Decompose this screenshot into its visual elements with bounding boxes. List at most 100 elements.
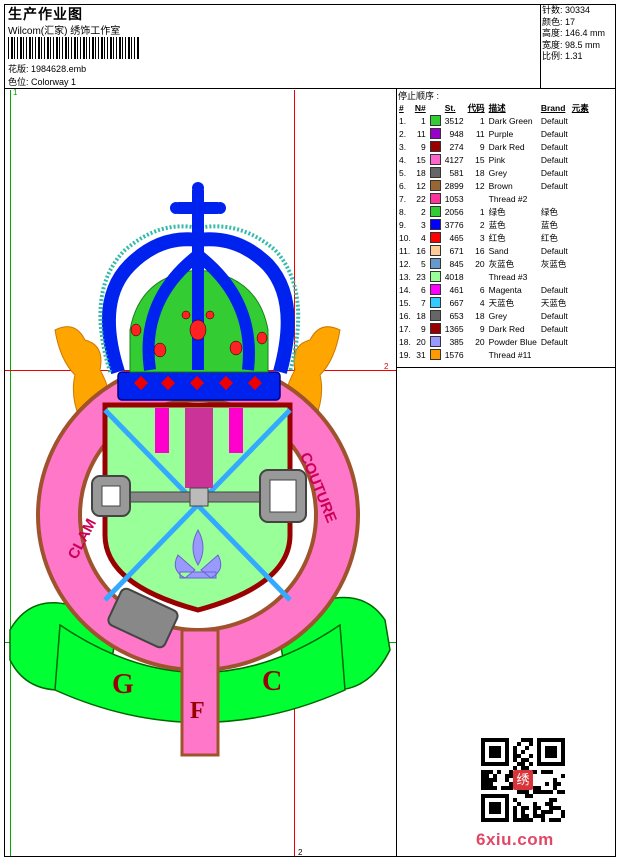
- bottom-strap: [180, 628, 220, 757]
- stitch-count: 948: [449, 128, 464, 139]
- qr-module: [489, 802, 501, 814]
- color-swatch: [429, 245, 441, 257]
- row-index: 10.: [399, 232, 411, 243]
- color-swatch: [429, 232, 441, 244]
- row-index: 12.: [399, 258, 411, 269]
- watermark-site: 6xiu.com: [476, 830, 554, 849]
- qr-module: [549, 790, 553, 794]
- row-index: 8.: [399, 206, 407, 217]
- row-index: 3.: [399, 141, 407, 152]
- buckle-center: [189, 487, 209, 507]
- element: [570, 153, 591, 166]
- stop-sequence-table: # N# St. 代码 描述 Brand 元素 1. 1 3512 1 Dark Gre…: [397, 101, 591, 361]
- table-row: 1. 1 3512 1 Dark Green Default: [397, 114, 591, 127]
- qr-module: [545, 746, 557, 758]
- ratio-value: 1.31: [565, 51, 583, 61]
- qr-module: [541, 818, 545, 822]
- thread-code: [466, 348, 487, 361]
- qr-module: [549, 770, 553, 774]
- swatch: [428, 244, 443, 257]
- thread-brand: 蓝色: [540, 219, 558, 230]
- qr-module: [529, 794, 533, 798]
- needle-number: 9: [420, 323, 426, 334]
- table-row: 17. 9 1365 9 Dark Red Default: [397, 322, 591, 335]
- row-index: 17.: [399, 323, 411, 334]
- height-label: 高度:: [542, 28, 563, 38]
- thread-brand: [539, 270, 570, 283]
- col-header: 描述: [488, 102, 506, 113]
- thread-description: Dark Green: [488, 115, 533, 126]
- color-swatch: [429, 284, 441, 296]
- thread-code: 18: [475, 310, 485, 321]
- swatch: [428, 335, 443, 348]
- stitch-count: 465: [449, 232, 464, 243]
- crown-cross-icon: [170, 182, 226, 240]
- element: [570, 140, 591, 153]
- needle-number: 4: [420, 232, 426, 243]
- thread-code: 15: [475, 154, 485, 165]
- thread-code: 20: [475, 258, 485, 269]
- col-header: 元素: [571, 102, 589, 113]
- thread-description: 灰蓝色: [488, 258, 515, 269]
- qr-module: [545, 782, 549, 786]
- thread-description: 蓝色: [488, 219, 506, 230]
- needle-number: 23: [416, 271, 426, 282]
- element: [570, 296, 591, 309]
- stitch-count: 671: [449, 245, 464, 256]
- stitch-count: 3512: [444, 115, 464, 126]
- colors-value: 17: [565, 16, 576, 27]
- qr-module: [557, 782, 561, 786]
- color-swatch: [429, 349, 441, 361]
- element: [570, 348, 591, 361]
- thread-brand: Default: [540, 180, 568, 191]
- stitch-count: 845: [449, 258, 464, 269]
- thread-code: 1: [479, 115, 485, 126]
- table-row: 12. 5 845 20 灰蓝色 灰蓝色: [397, 257, 591, 270]
- col-header: #: [399, 102, 404, 113]
- thread-brand: Default: [540, 336, 568, 347]
- stitch-count: 4127: [444, 154, 464, 165]
- divider: [540, 4, 541, 88]
- thread-description: Sand: [488, 245, 509, 256]
- qr-module: [525, 746, 529, 750]
- qr-module: [493, 786, 497, 790]
- thread-description: 天蓝色: [488, 297, 515, 308]
- qr-module: [525, 806, 529, 810]
- swatch: [428, 231, 443, 244]
- qr-module: [533, 770, 537, 774]
- stitch-count: 3776: [444, 219, 464, 230]
- needle-number: 22: [416, 193, 426, 204]
- thread-code: 1: [479, 206, 485, 217]
- qr-code: 绣: [481, 738, 565, 822]
- colors-label: 颜色:: [542, 16, 563, 27]
- row-index: 19.: [399, 349, 411, 360]
- qr-module: [497, 770, 501, 774]
- stitches-label: 针数:: [542, 5, 563, 15]
- needle-number: 7: [420, 297, 426, 308]
- color-swatch: [429, 310, 441, 322]
- stitch-count: 1576: [444, 349, 464, 360]
- thread-description: Purple: [488, 128, 514, 139]
- element: [570, 218, 591, 231]
- col-header: N#: [414, 102, 426, 113]
- color-swatch: [429, 219, 441, 231]
- thread-brand: Default: [540, 128, 568, 139]
- swatch: [428, 348, 443, 361]
- thread-code: 6: [479, 284, 485, 295]
- table-row: 3. 9 274 9 Dark Red Default: [397, 140, 591, 153]
- qr-module: [529, 818, 533, 822]
- qr-module: [517, 742, 521, 746]
- swatch: [428, 205, 443, 218]
- qr-module: [529, 742, 533, 746]
- table-row: 18. 20 385 20 Powder Blue Default: [397, 335, 591, 348]
- stitch-count: 1365: [444, 323, 464, 334]
- qr-module: [561, 790, 565, 794]
- color-swatch: [429, 180, 441, 192]
- needle-number: 11: [416, 128, 426, 139]
- thread-brand: [539, 192, 570, 205]
- thread-description: Grey: [488, 310, 508, 321]
- table-row: 14. 6 461 6 Magenta Default: [397, 283, 591, 296]
- thread-brand: 灰蓝色: [540, 258, 567, 269]
- row-index: 2.: [399, 128, 407, 139]
- element: [570, 257, 591, 270]
